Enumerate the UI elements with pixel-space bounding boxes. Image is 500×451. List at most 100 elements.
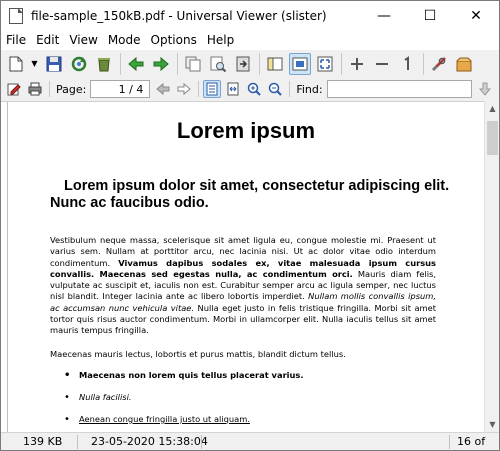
plus-icon — [351, 57, 363, 70]
fit-width-icon — [227, 82, 239, 96]
one-to-one-icon — [404, 55, 409, 70]
exit-button[interactable] — [232, 53, 254, 75]
edit-button[interactable] — [5, 80, 23, 98]
zoom-out-icon — [269, 82, 283, 96]
find-label: Find: — [296, 82, 323, 96]
document-paragraph-2: Maecenas mauris lectus, lobortis et puru… — [50, 349, 346, 359]
scroll-up-icon[interactable]: ▲ — [485, 101, 500, 116]
reload-button[interactable] — [68, 53, 90, 75]
document-page: Lorem ipsum Lorem ipsum dolor sit amet, … — [8, 102, 484, 432]
menu-file[interactable]: File — [1, 31, 31, 50]
scrollbar-thumb[interactable] — [487, 121, 498, 155]
fit-window-icon — [292, 57, 308, 70]
status-divider — [77, 435, 78, 449]
copy-button[interactable] — [182, 53, 204, 75]
forward-button[interactable] — [150, 53, 172, 75]
original-size-button[interactable] — [396, 53, 418, 75]
arrow-down-icon — [478, 82, 491, 96]
panel-button[interactable] — [264, 53, 286, 75]
menu-mode[interactable]: Mode — [103, 31, 146, 50]
menu-help[interactable]: Help — [202, 31, 239, 50]
panel-icon — [267, 57, 283, 70]
toolbar-separator — [259, 52, 260, 75]
list-item: Maecenas non lorem quis tellus placerat … — [64, 370, 434, 381]
find-input[interactable] — [326, 80, 472, 98]
back-arrow-icon — [128, 56, 144, 71]
menu-edit[interactable]: Edit — [31, 31, 64, 50]
menu-options[interactable]: Options — [146, 31, 202, 50]
window-title: file-sample_150kB.pdf - Universal Viewer… — [31, 9, 327, 23]
next-page-button[interactable] — [175, 80, 193, 98]
page-number-input[interactable]: 1 / 4 — [90, 80, 151, 98]
print-button[interactable] — [26, 80, 44, 98]
page-count: 16 of — [457, 435, 486, 448]
recycle-icon — [98, 57, 110, 71]
plugins-button[interactable] — [453, 53, 475, 75]
file-size: 139 KB — [23, 435, 63, 448]
right-arrow-icon — [177, 82, 192, 96]
document-heading: Lorem ipsum dolor sit amet, consectetur … — [50, 178, 450, 211]
file-datetime: 23-05-2020 15:38:04 — [91, 435, 208, 448]
save-button[interactable] — [43, 53, 65, 75]
document-paragraph: Vestibulum neque massa, scelerisque sit … — [50, 235, 436, 337]
toolbar-separator — [49, 81, 50, 97]
main-toolbar: ▼ — [1, 50, 499, 77]
minimize-button[interactable]: — — [361, 1, 407, 31]
toolbar-separator — [120, 52, 121, 75]
menu-bar: File Edit View Mode Options Help — [1, 31, 499, 50]
print-preview-button[interactable] — [207, 53, 229, 75]
vertical-scrollbar[interactable]: ▲ ▼ — [484, 101, 499, 432]
list-item: Aenean congue fringilla justo ut aliquam… — [64, 414, 434, 425]
document-title: Lorem ipsum — [176, 118, 316, 143]
close-button[interactable]: ✕ — [453, 1, 499, 31]
save-icon — [46, 56, 62, 71]
status-divider — [449, 435, 450, 449]
document-icon — [9, 8, 23, 24]
zoom-in-button[interactable] — [346, 53, 368, 75]
settings-button[interactable] — [428, 53, 450, 75]
scroll-down-icon[interactable]: ▼ — [485, 417, 500, 432]
toolbar-separator — [423, 52, 424, 75]
open-icon — [9, 56, 23, 71]
find-next-button[interactable] — [476, 80, 494, 98]
fit-page-button[interactable] — [203, 80, 222, 98]
zoom-out-button[interactable] — [371, 53, 393, 75]
document-view[interactable]: Lorem ipsum Lorem ipsum dolor sit amet, … — [1, 101, 484, 432]
previous-page-button[interactable] — [154, 80, 172, 98]
zoom-in-small-button[interactable] — [245, 80, 263, 98]
page-label: Page: — [56, 82, 87, 96]
toolbar-separator — [341, 52, 342, 75]
toolbar-separator — [198, 81, 200, 97]
edit-icon — [7, 83, 21, 96]
open-dropdown-arrow[interactable]: ▼ — [30, 53, 39, 75]
document-list: Maecenas non lorem quis tellus placerat … — [64, 370, 434, 432]
recycle-button[interactable] — [93, 53, 115, 75]
minus-icon — [376, 62, 388, 65]
forward-arrow-icon — [153, 56, 169, 71]
fit-page-icon — [206, 82, 218, 96]
printer-icon — [28, 82, 42, 96]
fullscreen-icon — [317, 56, 333, 71]
open-button[interactable] — [5, 53, 27, 75]
title-bar: file-sample_150kB.pdf - Universal Viewer… — [1, 1, 499, 31]
list-item: Nulla facilisi. — [64, 392, 434, 403]
back-button[interactable] — [125, 53, 147, 75]
zoom-out-small-button[interactable] — [266, 80, 284, 98]
package-icon — [456, 57, 472, 71]
maximize-button[interactable]: ☐ — [407, 1, 453, 31]
status-divider — [201, 435, 202, 449]
zoom-in-icon — [248, 82, 262, 96]
menu-view[interactable]: View — [64, 31, 102, 50]
fit-window-button[interactable] — [289, 52, 311, 75]
print-preview-icon — [210, 56, 227, 72]
reload-icon — [71, 56, 87, 71]
exit-icon — [236, 56, 250, 71]
toolbar-separator — [289, 81, 291, 97]
fullscreen-button[interactable] — [314, 53, 336, 75]
tools-icon — [431, 56, 446, 71]
toolbar-separator — [177, 52, 178, 75]
navigation-toolbar: Page: 1 / 4 Find: — [1, 78, 499, 100]
fit-width-button[interactable] — [224, 80, 242, 98]
status-bar: 139 KB 23-05-2020 15:38:04 16 of — [1, 432, 499, 450]
copy-icon — [185, 56, 201, 71]
